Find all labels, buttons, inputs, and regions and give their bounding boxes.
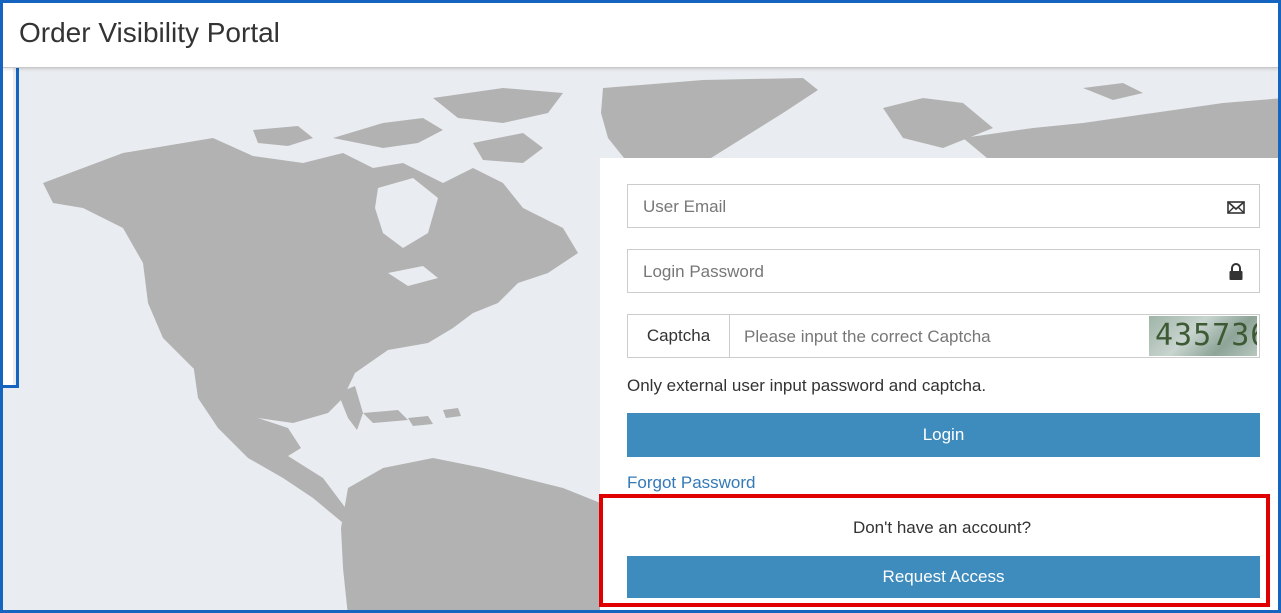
password-placeholder: Login Password (643, 262, 764, 281)
login-button[interactable]: Login (627, 413, 1260, 457)
captcha-label: Captcha (628, 315, 730, 357)
password-field[interactable]: Login Password (627, 249, 1260, 293)
forgot-password-link[interactable]: Forgot Password (627, 473, 756, 493)
request-access-button[interactable]: Request Access (627, 556, 1260, 598)
login-panel: User Email Login Password Captcha Please… (600, 158, 1278, 610)
captcha-input[interactable]: Please input the correct Captcha (744, 327, 991, 347)
captcha-image[interactable]: 435736 (1149, 316, 1257, 356)
header-bar: Order Visibility Portal (3, 3, 1278, 68)
left-sidebar-stub (3, 68, 13, 385)
no-account-text: Don't have an account? (852, 518, 1032, 537)
captcha-code: 435736 (1155, 318, 1257, 353)
email-field[interactable]: User Email (627, 184, 1260, 228)
captcha-row: Captcha Please input the correct Captcha… (627, 314, 1260, 358)
envelope-icon (1227, 201, 1245, 214)
email-placeholder: User Email (643, 197, 727, 216)
page-title: Order Visibility Portal (19, 17, 280, 48)
lock-icon (1229, 263, 1243, 280)
browser-frame: Order Visibility Portal User Email Login… (0, 0, 1281, 613)
login-note: Only external user input password and ca… (627, 376, 987, 395)
